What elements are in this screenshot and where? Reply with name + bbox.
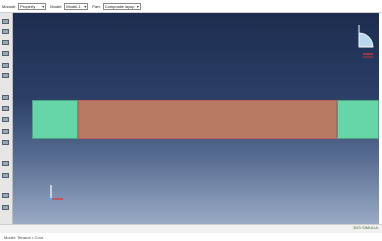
status-text: Model: Tension • Coor [4,234,44,240]
module-combo[interactable]: Property ▾ [18,2,47,10]
model-value: Model-1 [66,3,81,9]
module-label: Module: [2,3,17,9]
tool-layup-manager-icon[interactable] [2,140,9,145]
status-bar: Model: Tension • Coor [0,233,382,241]
tool-composite-layup-icon[interactable] [2,129,9,134]
section-region-left[interactable] [32,100,78,139]
tool-assign-section-icon[interactable] [2,63,9,68]
tool-create-profile-icon[interactable] [2,95,9,100]
model-combo[interactable]: Model-1 ▾ [64,2,89,10]
triad-icon [358,25,374,58]
prompt-area [0,224,382,233]
part-combo[interactable]: Composite layup ▾ [102,2,141,10]
tool-profile-manager-icon[interactable] [2,106,9,111]
module-value: Property [20,3,36,9]
part-label: Part: [92,3,101,9]
tool-create-section-icon[interactable] [2,40,9,45]
tool-section-manager-icon[interactable] [2,51,9,56]
context-bar: Module: Property ▾ Model: Model-1 ▾ Part… [0,0,382,13]
tool-query-icon[interactable] [2,193,9,198]
module-toolbox [0,13,13,225]
section-region-middle[interactable] [78,100,337,139]
part-combo-arrow-icon: ▾ [136,3,139,9]
model-label: Model: [50,3,63,9]
tool-tools-icon[interactable] [2,205,9,210]
tool-assign-orientation-icon[interactable] [2,117,9,122]
tool-assignment-manager-icon[interactable] [2,73,9,78]
view-triad-icon [49,185,63,201]
section-region-right[interactable] [337,100,379,139]
tool-special-icon[interactable] [2,161,9,166]
module-combo-arrow-icon: ▾ [42,3,45,9]
tool-skin-icon[interactable] [2,173,9,178]
model-combo-arrow-icon: ▾ [84,3,87,9]
viewport[interactable] [13,13,379,224]
tool-material-manager-icon[interactable] [2,29,9,34]
part-value: Composite layup [104,3,135,9]
brand-logo: 3DS SIMULIA [353,225,378,230]
tool-create-material-icon[interactable] [2,19,9,24]
